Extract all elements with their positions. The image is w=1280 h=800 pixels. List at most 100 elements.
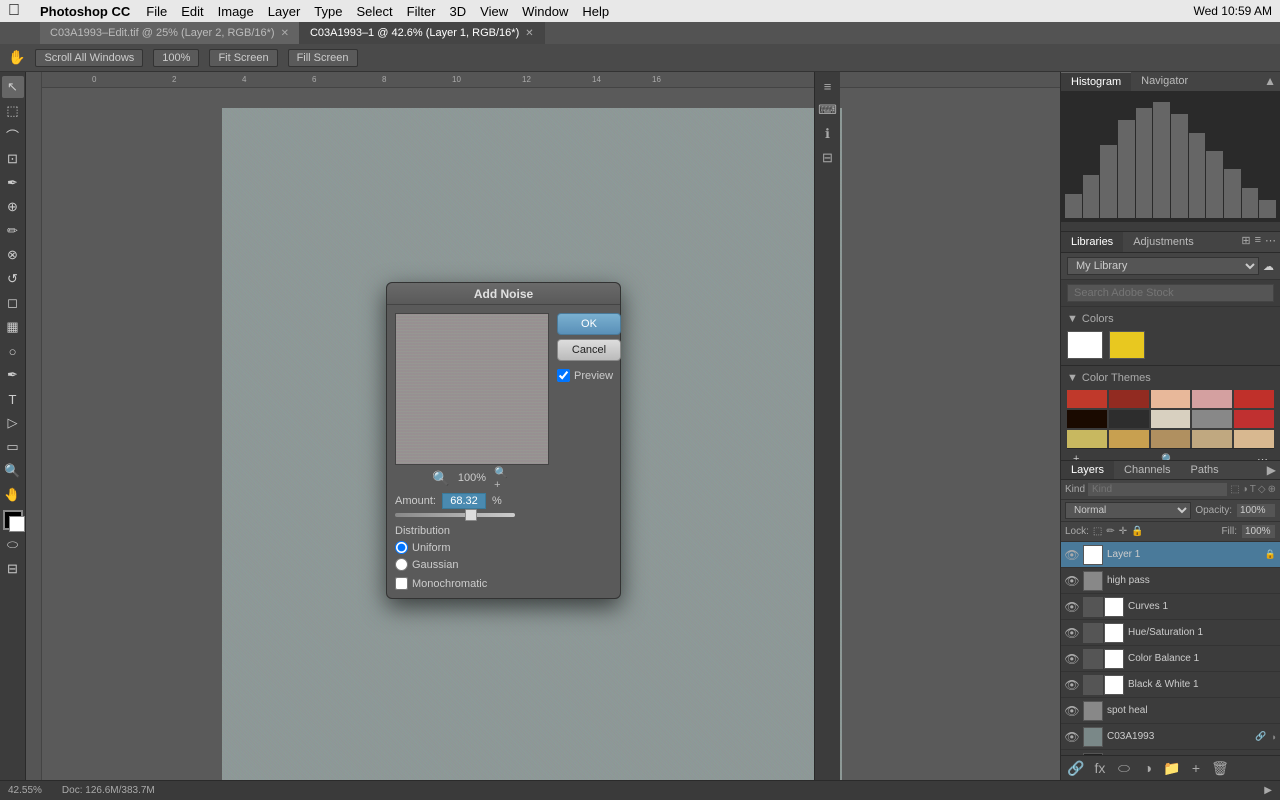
theme-swatch-12[interactable] [1151, 430, 1191, 448]
layer-vis-8[interactable]: 👁 [1065, 730, 1079, 744]
lock-all-icon[interactable]: 🔒 [1131, 526, 1143, 537]
theme-swatch-1[interactable] [1109, 390, 1149, 408]
panel-toggle-2[interactable]: ⌨ [818, 100, 838, 120]
gaussian-radio[interactable] [395, 558, 408, 571]
layer-effects-button[interactable]: fx [1091, 759, 1109, 777]
theme-swatch-0[interactable] [1067, 390, 1107, 408]
layer-vis-7[interactable]: 👁 [1065, 704, 1079, 718]
layer-vis-4[interactable]: 👁 [1065, 626, 1079, 640]
selection-tool[interactable]: ⬚ [2, 100, 24, 122]
theme-swatch-11[interactable] [1109, 430, 1149, 448]
layer-item-colorbal1[interactable]: 👁 Color Balance 1 [1061, 646, 1280, 672]
theme-swatch-6[interactable] [1109, 410, 1149, 428]
theme-swatch-8[interactable] [1192, 410, 1232, 428]
tab-2[interactable]: C03A1993–1 @ 42.6% (Layer 1, RGB/16*) ✕ [300, 22, 545, 44]
layer-item-huesat1[interactable]: 👁 Hue/Saturation 1 [1061, 620, 1280, 646]
dialog-preview[interactable] [395, 313, 549, 465]
uniform-label[interactable]: Uniform [412, 542, 451, 554]
healing-tool[interactable]: ⊕ [2, 196, 24, 218]
layer-item-highpass[interactable]: 👁 high pass [1061, 568, 1280, 594]
themes-expand-icon[interactable]: ▼ [1067, 372, 1078, 384]
history-brush-tool[interactable]: ↺ [2, 268, 24, 290]
layers-search-input[interactable] [1087, 482, 1228, 497]
layer-vis-2[interactable]: 👁 [1065, 574, 1079, 588]
tab-libraries[interactable]: Libraries [1061, 232, 1123, 252]
menu-help[interactable]: Help [582, 4, 609, 19]
new-group-button[interactable]: 📁 [1163, 759, 1181, 777]
pixel-filter-icon[interactable]: ⬚ [1230, 484, 1239, 495]
libraries-options-icon[interactable]: ⋯ [1265, 234, 1276, 250]
amount-input[interactable]: 68.32 [442, 493, 486, 509]
hand-tool-canvas[interactable]: 🤚 [2, 484, 24, 506]
screen-mode[interactable]: ⊟ [2, 558, 24, 580]
tab-adjustments[interactable]: Adjustments [1123, 232, 1204, 252]
monochromatic-checkbox[interactable] [395, 577, 408, 590]
monochromatic-label[interactable]: Monochromatic [412, 578, 487, 590]
tab-paths[interactable]: Paths [1181, 461, 1229, 479]
shape-filter-icon[interactable]: ◇ [1258, 484, 1266, 495]
fit-screen-button[interactable]: Fit Screen [209, 49, 277, 67]
zoom-out-button[interactable]: 🔍 [432, 469, 450, 487]
theme-swatch-13[interactable] [1192, 430, 1232, 448]
color-swatch-1[interactable] [1067, 331, 1103, 359]
layer-item-spotheal[interactable]: 👁 spot heal [1061, 698, 1280, 724]
zoom-in-button[interactable]: 🔍+ [494, 469, 512, 487]
theme-options-icon[interactable]: ⋯ [1257, 453, 1268, 460]
theme-swatch-5[interactable] [1067, 410, 1107, 428]
layers-panel-options[interactable]: ▶ [1263, 461, 1280, 479]
type-filter-icon[interactable]: T [1250, 484, 1256, 495]
menu-image[interactable]: Image [218, 4, 254, 19]
layer-vis-5[interactable]: 👁 [1065, 652, 1079, 666]
quick-mask-tool[interactable]: ⬭ [2, 534, 24, 556]
panel-toggle-3[interactable]: ℹ [818, 124, 838, 144]
move-tool[interactable]: ↖ [2, 76, 24, 98]
zoom-tool-canvas[interactable]: 🔍 [2, 460, 24, 482]
pen-tool[interactable]: ✒ [2, 364, 24, 386]
menu-view[interactable]: View [480, 4, 508, 19]
theme-swatch-10[interactable] [1067, 430, 1107, 448]
tab-channels[interactable]: Channels [1114, 461, 1180, 479]
menu-filter[interactable]: Filter [407, 4, 436, 19]
theme-search-icon[interactable]: 🔍 [1161, 453, 1175, 460]
smart-filter-icon[interactable]: ⊕ [1268, 484, 1276, 495]
preview-label[interactable]: Preview [574, 370, 613, 382]
new-adj-layer-button[interactable]: ◑ [1139, 759, 1157, 777]
clone-tool[interactable]: ⊗ [2, 244, 24, 266]
theme-swatch-2[interactable] [1151, 390, 1191, 408]
dodge-tool[interactable]: ○ [2, 340, 24, 362]
search-input[interactable] [1067, 284, 1274, 302]
ok-button[interactable]: OK [557, 313, 621, 335]
menu-select[interactable]: Select [356, 4, 392, 19]
new-layer-button[interactable]: + [1187, 759, 1205, 777]
theme-swatch-4[interactable] [1234, 390, 1274, 408]
path-selection-tool[interactable]: ▷ [2, 412, 24, 434]
color-swatch-2[interactable] [1109, 331, 1145, 359]
menu-window[interactable]: Window [522, 4, 568, 19]
tab-2-close[interactable]: ✕ [525, 28, 533, 39]
blend-mode-select[interactable]: Normal [1065, 502, 1191, 519]
gradient-tool[interactable]: ▦ [2, 316, 24, 338]
gaussian-label[interactable]: Gaussian [412, 559, 458, 571]
opacity-input[interactable] [1236, 503, 1276, 518]
uniform-radio[interactable] [395, 541, 408, 554]
tab-layers[interactable]: Layers [1061, 461, 1114, 479]
link-layers-button[interactable]: 🔗 [1067, 759, 1085, 777]
theme-swatch-3[interactable] [1192, 390, 1232, 408]
adj-filter-icon[interactable]: ◑ [1242, 484, 1248, 495]
layer-vis-3[interactable]: 👁 [1065, 600, 1079, 614]
tab-histogram[interactable]: Histogram [1061, 72, 1131, 91]
shape-tool[interactable]: ▭ [2, 436, 24, 458]
menu-layer[interactable]: Layer [268, 4, 301, 19]
theme-swatch-14[interactable] [1234, 430, 1274, 448]
tab-1[interactable]: C03A1993–Edit.tif @ 25% (Layer 2, RGB/16… [40, 22, 300, 44]
list-view-icon[interactable]: ≡ [1255, 234, 1261, 250]
add-mask-button[interactable]: ⬭ [1115, 759, 1133, 777]
text-tool[interactable]: T [2, 388, 24, 410]
menu-type[interactable]: Type [314, 4, 342, 19]
preview-checkbox[interactable] [557, 369, 570, 382]
menu-edit[interactable]: Edit [181, 4, 203, 19]
zoom-100-button[interactable]: 100% [153, 49, 199, 67]
menu-file[interactable]: File [146, 4, 167, 19]
amount-slider-thumb[interactable] [465, 509, 477, 521]
cancel-button[interactable]: Cancel [557, 339, 621, 361]
